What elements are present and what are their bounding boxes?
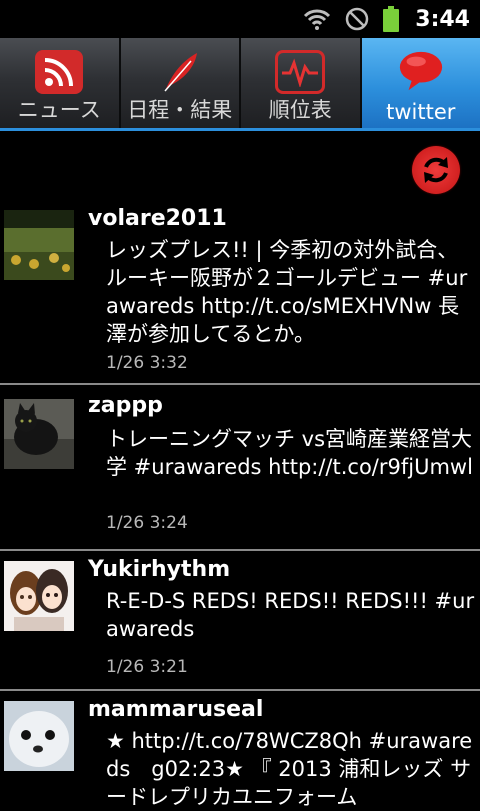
tab-bar: ニュース 日程・結果 順位表 twitter xyxy=(0,38,480,130)
tweet-username: mammaruseal xyxy=(88,697,263,722)
avatar xyxy=(4,701,74,771)
tweet-text: トレーニングマッチ vs宮崎産業経営大学 #urawareds http://t… xyxy=(106,425,478,481)
speech-bubble-icon xyxy=(397,50,445,94)
wifi-icon xyxy=(303,8,331,30)
status-time: 3:44 xyxy=(415,7,470,32)
tweet-item[interactable]: mammaruseal ★ http://t.co/78WCZ8Qh #uraw… xyxy=(0,691,480,811)
tweet-username: Yukirhythm xyxy=(88,557,230,582)
rss-icon xyxy=(35,50,83,94)
tab-label: 日程・結果 xyxy=(121,94,240,124)
tweet-item[interactable]: zappp トレーニングマッチ vs宮崎産業経営大学 #urawareds ht… xyxy=(0,385,480,551)
tweet-time: 1/26 3:24 xyxy=(106,513,188,533)
refresh-button[interactable] xyxy=(412,146,460,194)
tweet-list: volare2011 レッズプレス!! | 今季初の対外試合、ルーキー阪野が２ゴ… xyxy=(0,200,480,811)
tweet-username: volare2011 xyxy=(88,206,227,231)
tweet-item[interactable]: Yukirhythm R-E-D-S REDS! REDS!! REDS!!! … xyxy=(0,551,480,691)
status-bar: 3:44 xyxy=(0,0,480,38)
tweet-item[interactable]: volare2011 レッズプレス!! | 今季初の対外試合、ルーキー阪野が２ゴ… xyxy=(0,200,480,385)
tab-label: twitter xyxy=(362,100,480,124)
tab-standings[interactable]: 順位表 xyxy=(241,38,362,130)
avatar xyxy=(4,399,74,469)
tweet-time: 1/26 3:32 xyxy=(106,353,188,373)
feather-icon xyxy=(156,50,204,94)
tweet-username: zappp xyxy=(88,393,163,418)
tab-news[interactable]: ニュース xyxy=(0,38,121,130)
avatar xyxy=(4,561,74,631)
tab-twitter[interactable]: twitter xyxy=(362,38,480,130)
tweet-text: レッズプレス!! | 今季初の対外試合、ルーキー阪野が２ゴールデビュー #ura… xyxy=(106,236,478,348)
battery-icon xyxy=(383,6,399,32)
tab-label: 順位表 xyxy=(241,94,360,124)
tweet-time: 1/26 3:21 xyxy=(106,657,188,677)
tweet-text: ★ http://t.co/78WCZ8Qh #urawareds g02:23… xyxy=(106,727,478,811)
tweet-text: R-E-D-S REDS! REDS!! REDS!!! #urawareds xyxy=(106,587,478,643)
refresh-icon xyxy=(419,153,453,187)
avatar xyxy=(4,210,74,280)
no-sync-icon xyxy=(345,7,369,31)
chart-icon xyxy=(275,50,325,94)
tab-underline xyxy=(0,128,480,131)
tab-label: ニュース xyxy=(0,94,119,124)
tab-schedule[interactable]: 日程・結果 xyxy=(121,38,242,130)
